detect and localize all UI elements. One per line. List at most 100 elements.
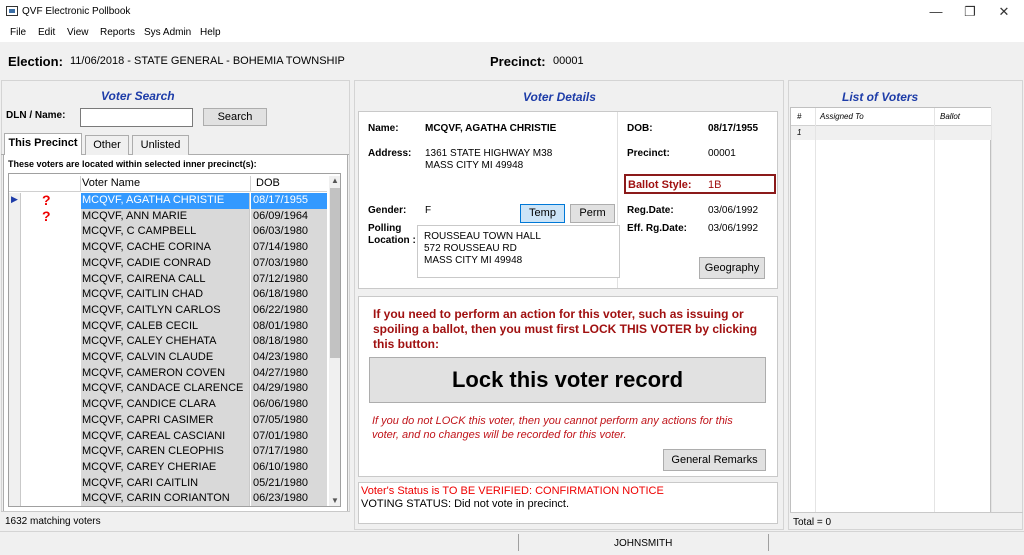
voter-row[interactable]: MCQVF, CAPRI CASIMER 07/05/1980 <box>9 412 327 429</box>
voter-search-heading: Voter Search <box>101 89 175 103</box>
gender-label: Gender: <box>368 205 407 216</box>
lock-instruction-line3: this button: <box>373 337 439 351</box>
title-bar: QVF Electronic Pollbook — ❐ ✕ <box>0 0 1024 24</box>
row-header-cell[interactable] <box>9 397 21 414</box>
voter-row[interactable]: MCQVF, CAITLIN CHAD 06/18/1980 <box>9 287 327 304</box>
voter-row[interactable]: MCQVF, CAIRENA CALL 07/12/1980 <box>9 271 327 288</box>
row-header-cell[interactable] <box>9 240 21 257</box>
flag-cell <box>22 271 80 288</box>
general-remarks-button[interactable]: General Remarks <box>663 449 766 471</box>
grid-scrollbar[interactable]: ▲ ▼ <box>329 176 340 506</box>
polling-line2: 572 ROUSSEAU RD <box>424 243 517 254</box>
row-header-cell[interactable] <box>9 224 21 241</box>
voter-row[interactable]: MCQVF, CANDICE CLARA 06/06/1980 <box>9 397 327 414</box>
column-voter-name[interactable]: Voter Name <box>82 177 140 189</box>
menu-reports[interactable]: Reports <box>100 27 135 38</box>
menu-file[interactable]: File <box>10 27 26 38</box>
statusbar-divider <box>768 534 769 551</box>
scroll-up-icon[interactable]: ▲ <box>329 176 340 186</box>
flag-cell <box>22 287 80 304</box>
lov-column-ballot[interactable]: Ballot <box>940 112 960 121</box>
voter-row[interactable]: ▶? MCQVF, AGATHA CHRISTIE 08/17/1955 <box>9 192 327 209</box>
menu-sys-admin[interactable]: Sys Admin <box>144 27 191 38</box>
close-button[interactable]: ✕ <box>987 2 1021 22</box>
lov-row[interactable]: 1 <box>791 126 991 140</box>
row-header-cell[interactable] <box>9 255 21 272</box>
app-icon <box>6 6 18 16</box>
voter-row[interactable]: ? MCQVF, ANN MARIE 06/09/1964 <box>9 208 327 225</box>
voter-row[interactable]: MCQVF, CAREAL CASCIANI 07/01/1980 <box>9 428 327 445</box>
row-header-cell[interactable] <box>9 287 21 304</box>
lov-column-assigned-to[interactable]: Assigned To <box>820 112 864 121</box>
reg-date-label: Reg.Date: <box>627 205 674 216</box>
geography-button[interactable]: Geography <box>699 257 765 279</box>
menu-view[interactable]: View <box>67 27 89 38</box>
voter-row[interactable]: MCQVF, CARI CAITLIN 05/21/1980 <box>9 475 327 492</box>
precinct-label: Precinct: <box>490 54 546 69</box>
question-mark-icon: ? <box>42 192 51 208</box>
voter-row[interactable]: MCQVF, CANDACE CLARENCE 04/29/1980 <box>9 381 327 398</box>
flag-cell <box>22 459 80 476</box>
perm-button[interactable]: Perm <box>570 204 615 223</box>
voter-row[interactable]: MCQVF, CADIE CONRAD 07/03/1980 <box>9 255 327 272</box>
ballot-style-box: Ballot Style: 1B <box>624 174 776 194</box>
voter-dob-cell: 06/03/1980 <box>251 224 327 241</box>
column-dob[interactable]: DOB <box>250 176 280 191</box>
voter-row[interactable]: MCQVF, CAITLYN CARLOS 06/22/1980 <box>9 302 327 319</box>
search-button[interactable]: Search <box>203 108 267 126</box>
voter-row[interactable]: MCQVF, CALVIN CLAUDE 04/23/1980 <box>9 350 327 366</box>
voter-dob-cell: 08/17/1955 <box>251 193 327 209</box>
voter-row[interactable]: MCQVF, CARIN CORIANTON 06/23/1980 <box>9 491 327 506</box>
voter-row[interactable]: MCQVF, CAMERON COVEN 04/27/1980 <box>9 365 327 382</box>
lov-gridline <box>991 108 992 512</box>
voter-name-cell: MCQVF, CADIE CONRAD <box>81 255 250 272</box>
tab-unlisted[interactable]: Unlisted <box>132 135 189 155</box>
row-header-cell[interactable] <box>9 444 21 461</box>
lov-gridline <box>934 108 935 512</box>
voter-row[interactable]: MCQVF, CALEB CECIL 08/01/1980 <box>9 318 327 335</box>
minimize-button[interactable]: — <box>919 2 953 22</box>
voter-dob-cell: 04/27/1980 <box>251 365 327 382</box>
voter-row[interactable]: MCQVF, CALEY CHEHATA 08/18/1980 <box>9 334 327 351</box>
row-header-cell[interactable] <box>9 302 21 319</box>
status-bar: JOHNSMITH <box>0 531 1024 555</box>
row-header-cell[interactable] <box>9 428 21 445</box>
voter-name-cell: MCQVF, CAREY CHERIAE <box>81 459 250 476</box>
restore-button[interactable]: ❐ <box>953 2 987 22</box>
temp-button[interactable]: Temp <box>520 204 565 223</box>
flag-cell <box>22 365 80 382</box>
row-header-cell[interactable] <box>9 208 21 225</box>
flag-cell <box>22 412 80 429</box>
voter-dob-cell: 07/12/1980 <box>251 271 327 288</box>
voter-dob-cell: 06/23/1980 <box>251 491 327 506</box>
voter-name-cell: MCQVF, CACHE CORINA <box>81 240 250 257</box>
match-count-bar: 1632 matching voters <box>1 511 350 530</box>
tab-other[interactable]: Other <box>85 135 129 155</box>
scroll-thumb[interactable] <box>330 188 340 358</box>
lov-column-number[interactable]: # <box>797 112 801 121</box>
voter-name-cell: MCQVF, CANDACE CLARENCE <box>81 381 250 398</box>
row-header-cell[interactable] <box>9 350 21 366</box>
row-header-cell[interactable] <box>9 459 21 476</box>
row-header-cell[interactable] <box>9 334 21 351</box>
row-header-cell[interactable] <box>9 475 21 492</box>
menu-help[interactable]: Help <box>200 27 221 38</box>
voter-row[interactable]: MCQVF, CAREY CHERIAE 06/10/1980 <box>9 459 327 476</box>
lock-voter-record-button[interactable]: Lock this voter record <box>369 357 766 403</box>
row-header-cell[interactable] <box>9 491 21 506</box>
row-header-cell[interactable]: ▶ <box>9 193 21 209</box>
scroll-down-icon[interactable]: ▼ <box>329 496 340 506</box>
voter-row[interactable]: MCQVF, CAREN CLEOPHIS 07/17/1980 <box>9 444 327 461</box>
row-header-cell[interactable] <box>9 318 21 335</box>
voter-row[interactable]: MCQVF, C CAMPBELL 06/03/1980 <box>9 224 327 241</box>
voter-details-heading: Voter Details <box>523 90 596 104</box>
row-header-cell[interactable] <box>9 365 21 382</box>
dln-name-input[interactable] <box>80 108 193 127</box>
row-header-cell[interactable] <box>9 381 21 398</box>
tab-this-precinct[interactable]: This Precinct <box>4 133 82 155</box>
match-count: 1632 matching voters <box>5 516 101 527</box>
row-header-cell[interactable] <box>9 271 21 288</box>
menu-edit[interactable]: Edit <box>38 27 55 38</box>
voter-row[interactable]: MCQVF, CACHE CORINA 07/14/1980 <box>9 240 327 257</box>
row-header-cell[interactable] <box>9 412 21 429</box>
